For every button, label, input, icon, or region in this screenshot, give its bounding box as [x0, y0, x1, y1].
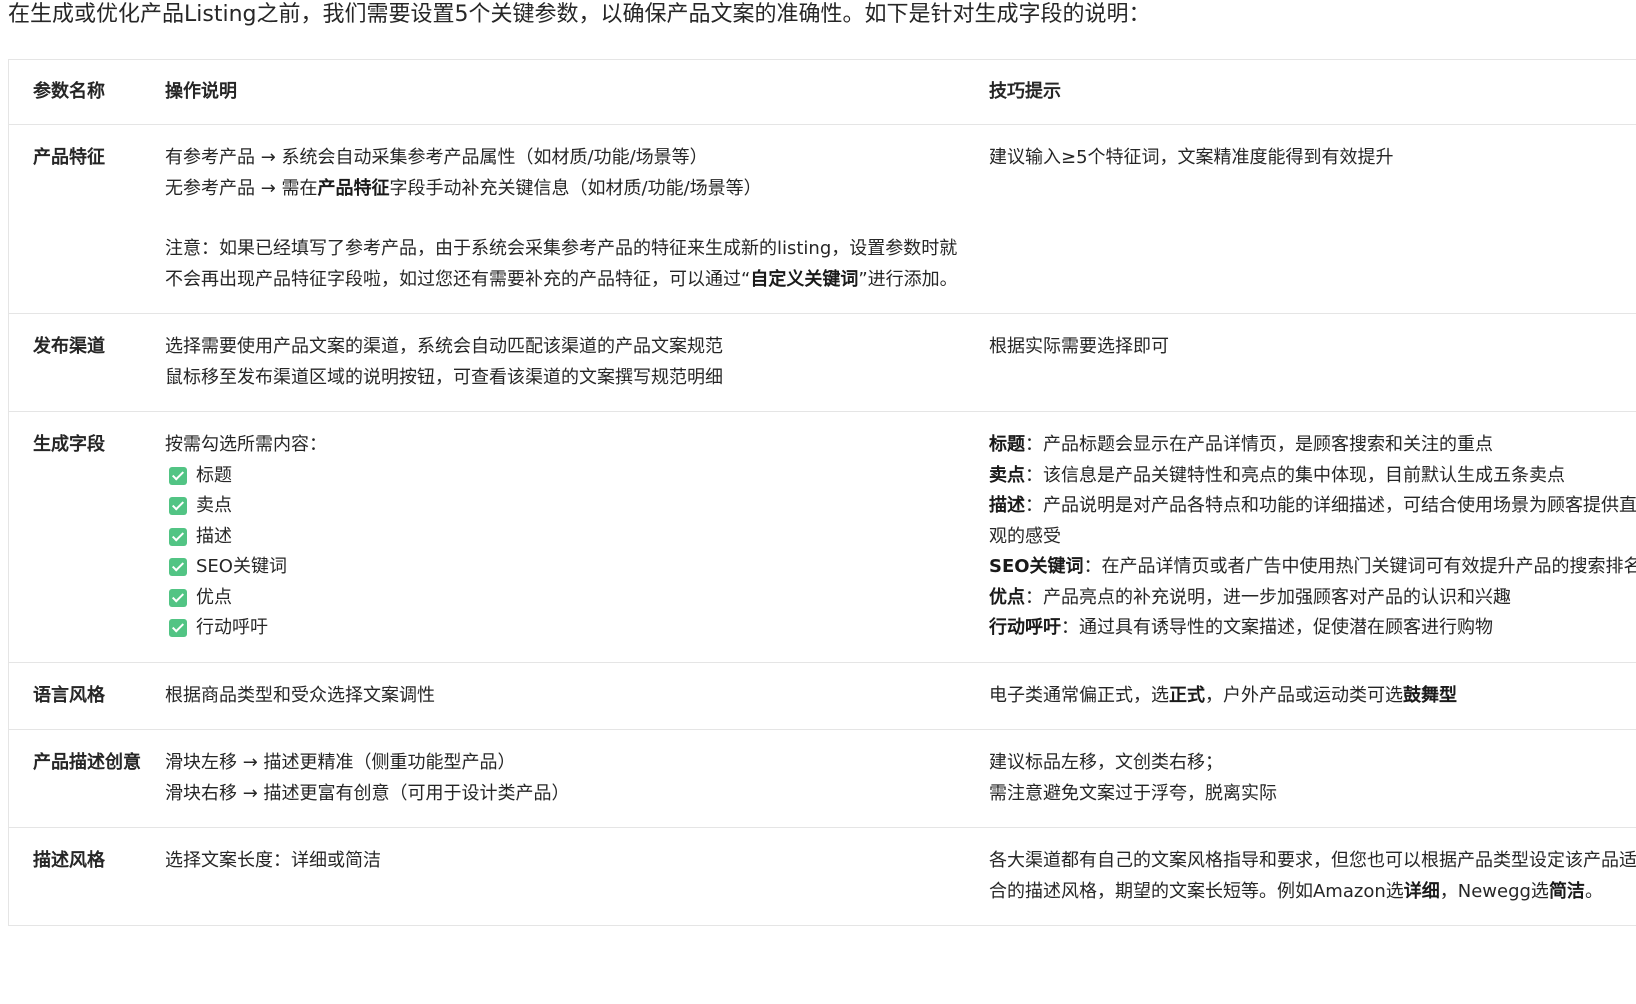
desc-line: 滑块左移 → 描述更精准（侧重功能型产品）	[165, 752, 516, 773]
desc-line: 鼠标移至发布渠道区域的说明按钮，可查看该渠道的文案撰写规范明细	[165, 366, 723, 388]
tip-item: 描述：产品说明是对产品各特点和功能的详细描述，可结合使用场景为顾客提供直观的感受	[989, 491, 1636, 552]
row-name: 产品特征	[9, 124, 165, 314]
text: ：产品标题会显示在产品详情页，是顾客搜索和关注的重点	[1025, 434, 1493, 455]
desc-line: 按需勾选所需内容：	[165, 434, 327, 455]
bold-text: 鼓舞型	[1403, 684, 1457, 706]
text: ：产品亮点的补充说明，进一步加强顾客对产品的认识和兴趣	[1025, 586, 1511, 608]
row-name: 语言风格	[9, 662, 165, 730]
tip-item: 各大渠道都有自己的文案风格指导和要求，但您也可以根据产品类型设定该产品适合的描述…	[989, 846, 1636, 907]
text: ：该信息是产品关键特性和亮点的集中体现，目前默认生成五条卖点	[1025, 464, 1565, 486]
parameter-table: 参数名称 操作说明 技巧提示 产品特征 有参考产品 → 系统会自动采集参考产品属…	[9, 60, 1636, 926]
checkbox-item-advantages[interactable]: 优点	[165, 583, 959, 614]
tip-item: 行动呼吁：通过具有诱导性的文案描述，促使潜在顾客进行购物	[989, 613, 1636, 644]
row-name: 描述风格	[9, 827, 165, 926]
row-tip: 标题：产品标题会显示在产品详情页，是顾客搜索和关注的重点 卖点：该信息是产品关键…	[989, 411, 1636, 663]
checkbox-label: 描述	[196, 525, 232, 547]
bold-text: 优点	[989, 586, 1025, 608]
checkbox-item-description[interactable]: 描述	[165, 522, 959, 553]
tip-line: 根据实际需要选择即可	[989, 336, 1169, 357]
text: ”进行添加。	[858, 268, 958, 290]
desc-line: 选择需要使用产品文案的渠道，系统会自动匹配该渠道的产品文案规范	[165, 336, 723, 357]
text: ：在产品详情页或者广告中使用热门关键词可有效提升产品的搜索排名	[1083, 556, 1636, 577]
checkbox-checked-icon[interactable]	[169, 588, 187, 607]
row-tip: 建议输入≥5个特征词，文案精准度能得到有效提升	[989, 124, 1636, 314]
row-tip: 根据实际需要选择即可	[989, 313, 1636, 412]
row-tip: 各大渠道都有自己的文案风格指导和要求，但您也可以根据产品类型设定该产品适合的描述…	[989, 827, 1636, 926]
bold-text: 详细	[1403, 880, 1440, 902]
checkbox-checked-icon[interactable]	[169, 527, 187, 546]
parameter-table-container: 参数名称 操作说明 技巧提示 产品特征 有参考产品 → 系统会自动采集参考产品属…	[8, 59, 1636, 926]
bold-text: SEO关键词	[989, 556, 1084, 577]
text: 无参考产品 → 需在	[165, 177, 318, 199]
tip-line: 需注意避免文案过于浮夸，脱离实际	[989, 782, 1277, 804]
row-operation: 有参考产品 → 系统会自动采集参考产品属性（如材质/功能/场景等） 无参考产品 …	[165, 124, 989, 314]
row-operation: 选择文案长度：详细或简洁	[165, 827, 989, 926]
checkbox-label: 标题	[196, 464, 232, 486]
checkbox-item-title[interactable]: 标题	[165, 461, 959, 492]
tip-line: 电子类通常偏正式，选正式，户外产品或运动类可选鼓舞型	[989, 681, 1636, 712]
text: ，Newegg选	[1439, 880, 1549, 902]
checkbox-label: 卖点	[196, 495, 232, 516]
table-row-fields: 生成字段 按需勾选所需内容： 标题 卖点 描述 SEO关键词 优点 行动呼吁 标…	[9, 411, 1636, 663]
text: ：产品说明是对产品各特点和功能的详细描述，可结合使用场景为顾客提供直观的感受	[989, 495, 1636, 547]
tip-line: 建议输入≥5个特征词，文案精准度能得到有效提升	[989, 147, 1394, 168]
table-row-description-style: 描述风格 选择文案长度：详细或简洁 各大渠道都有自己的文案风格指导和要求，但您也…	[9, 827, 1636, 926]
bold-text: 标题	[989, 434, 1025, 455]
table-row-language-style: 语言风格 根据商品类型和受众选择文案调性 电子类通常偏正式，选正式，户外产品或运…	[9, 662, 1636, 730]
bold-text: 产品特征	[317, 177, 390, 199]
row-name: 生成字段	[9, 411, 165, 663]
table-row-channel: 发布渠道 选择需要使用产品文案的渠道，系统会自动匹配该渠道的产品文案规范 鼠标移…	[9, 313, 1636, 412]
desc-line: 根据商品类型和受众选择文案调性	[165, 684, 435, 706]
row-tip: 电子类通常偏正式，选正式，户外产品或运动类可选鼓舞型	[989, 662, 1636, 730]
desc-line: 选择文案长度：详细或简洁	[165, 850, 381, 871]
checkbox-checked-icon[interactable]	[169, 497, 187, 516]
text: 字段手动补充关键信息（如材质/功能/场景等）	[389, 177, 762, 199]
table-header-row: 参数名称 操作说明 技巧提示	[9, 60, 1636, 125]
bold-text: 描述	[989, 495, 1025, 516]
text: 。	[1584, 880, 1603, 902]
table-row-feature: 产品特征 有参考产品 → 系统会自动采集参考产品属性（如材质/功能/场景等） 无…	[9, 124, 1636, 314]
note-text: 注意：如果已经填写了参考产品，由于系统会采集参考产品的特征来生成新的listin…	[165, 234, 959, 295]
tip-item: 标题：产品标题会显示在产品详情页，是顾客搜索和关注的重点	[989, 430, 1636, 461]
desc-line: 滑块右移 → 描述更富有创意（可用于设计类产品）	[165, 782, 570, 804]
checkbox-checked-icon[interactable]	[169, 619, 187, 638]
row-operation: 滑块左移 → 描述更精准（侧重功能型产品） 滑块右移 → 描述更富有创意（可用于…	[165, 729, 989, 828]
checkbox-checked-icon[interactable]	[169, 558, 187, 577]
bold-text: 行动呼吁	[989, 617, 1061, 638]
tip-line: 建议标品左移，文创类右移；	[989, 752, 1223, 773]
row-operation: 按需勾选所需内容： 标题 卖点 描述 SEO关键词 优点 行动呼吁	[165, 411, 989, 663]
bold-text: 卖点	[989, 464, 1025, 486]
tip-item: SEO关键词：在产品详情页或者广告中使用热门关键词可有效提升产品的搜索排名	[989, 552, 1636, 583]
header-tips: 技巧提示	[989, 60, 1636, 125]
intro-text: 在生成或优化产品Listing之前，我们需要设置5个关键参数，以确保产品文案的准…	[8, 2, 1151, 27]
checkbox-label: 优点	[196, 586, 232, 608]
text: ：通过具有诱导性的文案描述，促使潜在顾客进行购物	[1061, 617, 1493, 638]
text: ，户外产品或运动类可选	[1205, 684, 1403, 706]
row-operation: 选择需要使用产品文案的渠道，系统会自动匹配该渠道的产品文案规范 鼠标移至发布渠道…	[165, 313, 989, 412]
text: 电子类通常偏正式，选	[989, 684, 1169, 706]
checkbox-label: SEO关键词	[196, 556, 287, 577]
desc-line: 无参考产品 → 需在产品特征字段手动补充关键信息（如材质/功能/场景等）	[165, 174, 959, 205]
row-name: 发布渠道	[9, 313, 165, 412]
tip-item: 优点：产品亮点的补充说明，进一步加强顾客对产品的认识和兴趣	[989, 583, 1636, 614]
header-param-name: 参数名称	[9, 60, 165, 125]
desc-line: 有参考产品 → 系统会自动采集参考产品属性（如材质/功能/场景等）	[165, 147, 708, 168]
bold-text: 简洁	[1548, 880, 1585, 902]
bold-text: 自定义关键词	[750, 268, 859, 290]
header-operation: 操作说明	[165, 60, 989, 125]
row-tip: 建议标品左移，文创类右移； 需注意避免文案过于浮夸，脱离实际	[989, 729, 1636, 828]
checkbox-item-seo-keywords[interactable]: SEO关键词	[165, 552, 959, 583]
row-operation: 根据商品类型和受众选择文案调性	[165, 662, 989, 730]
checkbox-item-selling-points[interactable]: 卖点	[165, 491, 959, 522]
table-row-creativity: 产品描述创意 滑块左移 → 描述更精准（侧重功能型产品） 滑块右移 → 描述更富…	[9, 729, 1636, 828]
checkbox-item-call-to-action[interactable]: 行动呼吁	[165, 613, 959, 644]
checkbox-label: 行动呼吁	[196, 617, 268, 638]
tip-item: 卖点：该信息是产品关键特性和亮点的集中体现，目前默认生成五条卖点	[989, 461, 1636, 492]
row-name: 产品描述创意	[9, 729, 165, 828]
bold-text: 正式	[1169, 684, 1205, 706]
checkbox-checked-icon[interactable]	[169, 466, 187, 485]
